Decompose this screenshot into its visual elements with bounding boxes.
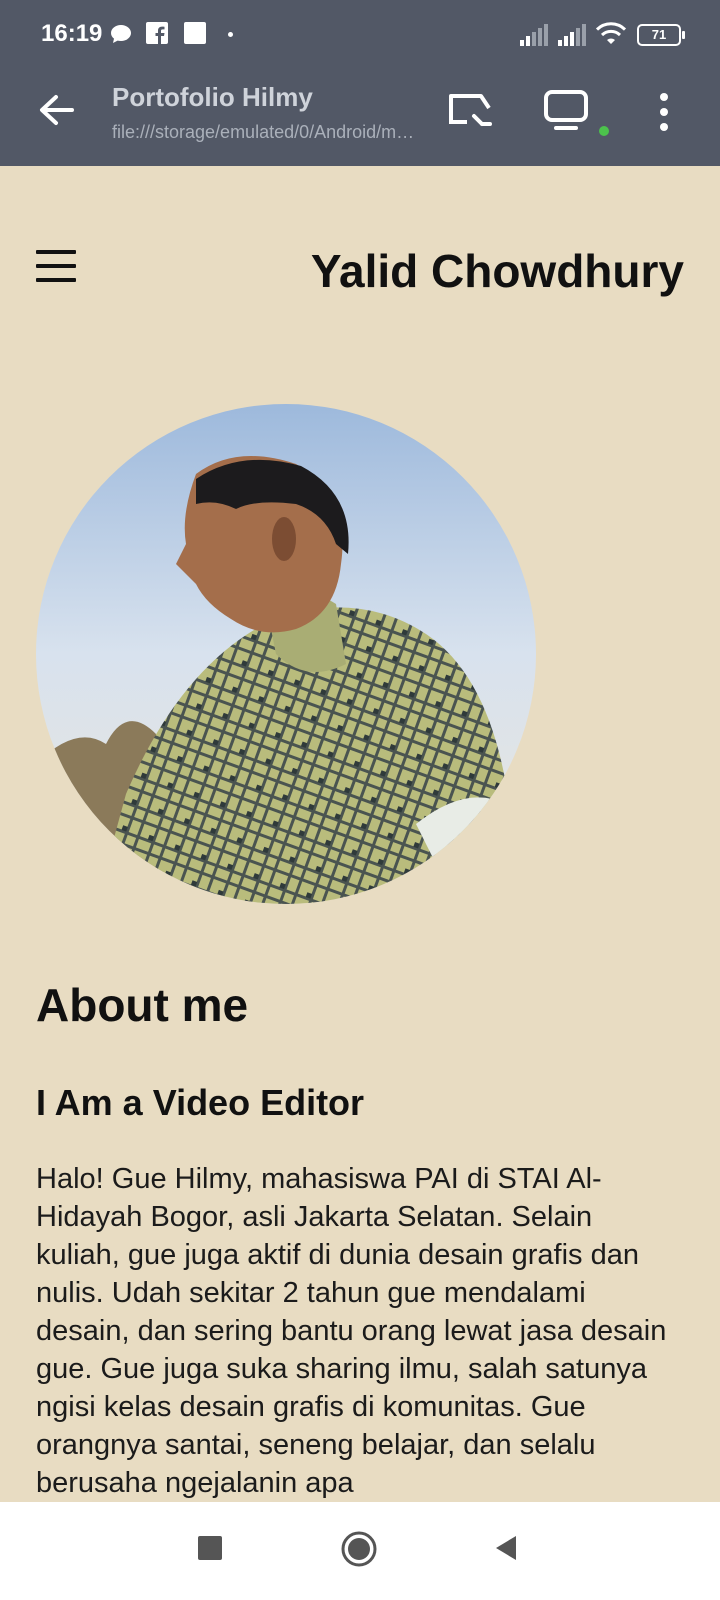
browser-toolbar: Portofolio Hilmy file:///storage/emulate… [0,70,720,166]
browser-chrome: 16:19 71 Portofolio Hilmy file:///storag… [0,0,720,166]
cast-icon[interactable] [446,88,496,136]
active-indicator [599,126,609,136]
more-options-icon[interactable] [640,88,688,136]
signal-icon [520,24,548,46]
about-heading: About me [36,979,249,1031]
about-subheading: I Am a Video Editor [36,1082,365,1123]
square-icon [184,22,206,44]
wifi-icon [596,22,626,44]
page-url[interactable]: file:///storage/emulated/0/Android/media [112,122,422,143]
facebook-icon [146,22,168,44]
page-content: Yalid Chowdhury About me I Am a Video Ed… [0,166,720,1502]
battery-icon: 71 [637,24,685,46]
notification-dot [228,32,233,37]
about-paragraph: Halo! Gue Hilmy, mahasiswa PAI di STAI A… [36,1163,667,1499]
page-title[interactable]: Portofolio Hilmy [112,82,422,113]
menu-icon[interactable] [36,250,76,290]
recents-icon[interactable] [196,1534,224,1562]
back-arrow-icon[interactable] [32,86,80,134]
profile-photo [36,404,536,904]
system-nav-bar [0,1502,720,1600]
status-bar: 16:19 71 [0,0,720,70]
signal-icon [558,24,586,46]
site-name: Yalid Chowdhury [310,245,684,297]
home-icon[interactable] [340,1530,378,1568]
status-time: 16:19 [41,20,103,47]
chat-bubble-icon [111,25,131,43]
back-icon[interactable] [492,1534,520,1562]
screen-icon[interactable] [542,88,592,136]
